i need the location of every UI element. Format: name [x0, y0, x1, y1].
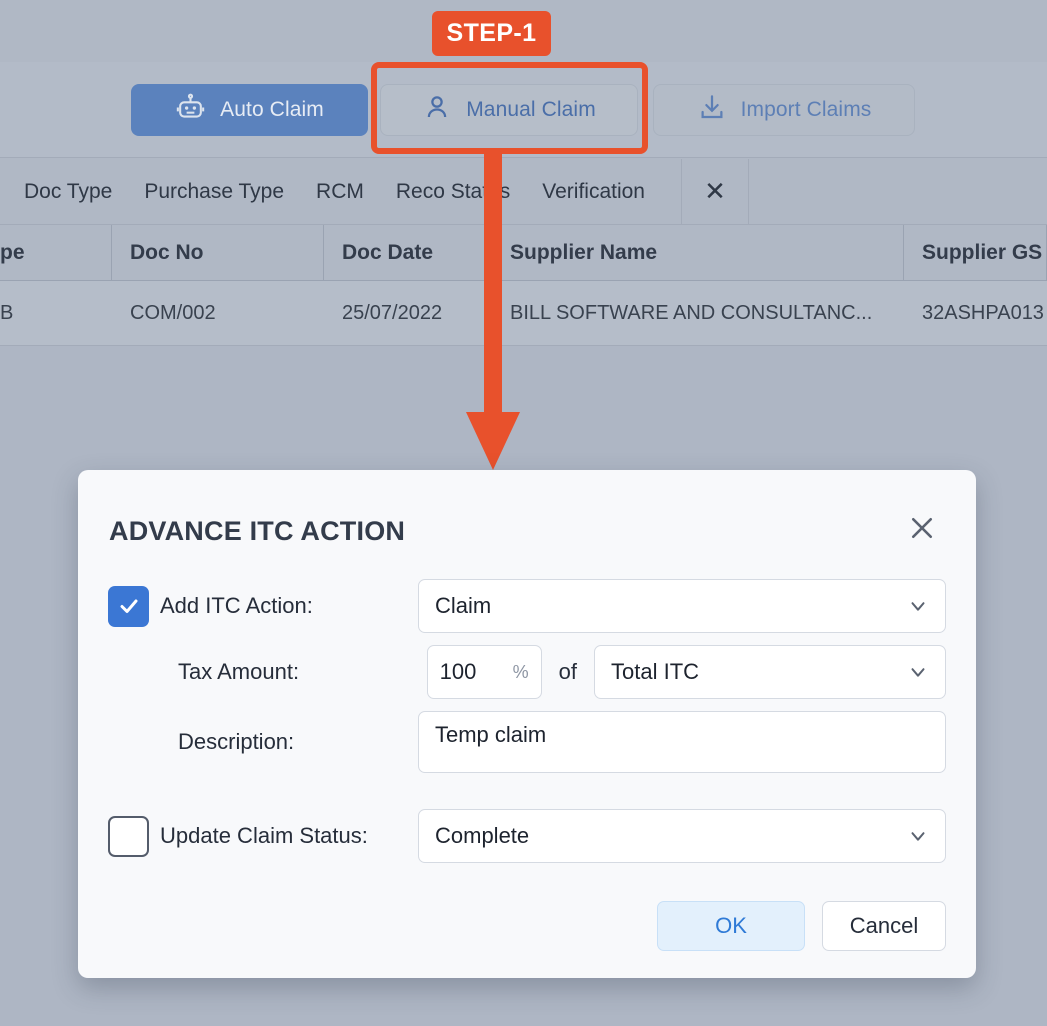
tax-amount-control: 100 % of Total ITC	[427, 645, 946, 699]
chevron-down-icon	[907, 825, 929, 847]
annotation-arrow-head	[466, 412, 520, 470]
add-itc-action-control: Claim	[418, 579, 946, 633]
import-claims-label: Import Claims	[741, 98, 872, 122]
filter-chip-rcm[interactable]: RCM	[316, 180, 380, 204]
tax-amount-value: 100	[440, 659, 477, 685]
cell-doc-date: 25/07/2022	[324, 281, 492, 346]
tax-amount-input[interactable]: 100 %	[427, 645, 542, 699]
dialog-title: ADVANCE ITC ACTION	[109, 516, 405, 547]
dialog-form: Add ITC Action: Claim Tax Amount: 100	[108, 579, 946, 951]
filter-chip-bar: Doc Type Purchase Type RCM Reco Status V…	[0, 158, 749, 225]
tax-amount-label: Tax Amount:	[178, 659, 299, 685]
dialog-header: ADVANCE ITC ACTION	[108, 504, 946, 550]
tax-basis-select[interactable]: Total ITC	[594, 645, 946, 699]
row-description: Description: Temp claim	[108, 711, 946, 773]
cancel-button[interactable]: Cancel	[822, 901, 946, 951]
annotation-arrow-shaft	[484, 152, 502, 416]
robot-icon	[175, 92, 206, 129]
add-itc-action-label: Add ITC Action:	[160, 593, 313, 619]
step-badge: STEP-1	[432, 11, 551, 56]
filter-chip-purchase-type[interactable]: Purchase Type	[144, 180, 300, 204]
description-input[interactable]: Temp claim	[418, 711, 946, 773]
column-header-doc-date[interactable]: Doc Date	[324, 225, 492, 281]
description-value: Temp claim	[435, 722, 546, 748]
column-header-type[interactable]: pe	[0, 225, 112, 281]
description-control: Temp claim	[418, 711, 946, 773]
ok-button[interactable]: OK	[657, 901, 805, 951]
chevron-down-icon	[907, 595, 929, 617]
auto-claim-label: Auto Claim	[220, 98, 324, 122]
itc-action-select[interactable]: Claim	[418, 579, 946, 633]
column-header-supplier-gstin[interactable]: Supplier GS	[904, 225, 1047, 281]
filter-chip-doc-type[interactable]: Doc Type	[24, 180, 128, 204]
claim-status-value: Complete	[435, 823, 529, 849]
clear-filters-icon[interactable]: ✕	[681, 159, 749, 225]
column-header-supplier-name[interactable]: Supplier Name	[492, 225, 904, 281]
cell-type: B	[0, 281, 112, 346]
annotation-highlight-box	[371, 62, 648, 154]
close-icon[interactable]	[900, 506, 944, 550]
auto-claim-button[interactable]: Auto Claim	[131, 84, 368, 136]
download-icon	[697, 92, 727, 128]
update-claim-status-checkbox[interactable]	[108, 816, 149, 857]
filter-chip-reco-status[interactable]: Reco Status	[396, 180, 526, 204]
update-claim-status-control: Complete	[418, 809, 946, 863]
table-row[interactable]: B COM/002 25/07/2022 BILL SOFTWARE AND C…	[0, 281, 1047, 346]
tax-basis-value: Total ITC	[611, 659, 699, 685]
of-text: of	[559, 659, 577, 685]
dialog-actions: OK Cancel	[108, 901, 946, 951]
column-header-doc-no[interactable]: Doc No	[112, 225, 324, 281]
update-claim-status-label: Update Claim Status:	[160, 823, 368, 849]
row-add-itc-action: Add ITC Action: Claim	[108, 579, 946, 633]
row-tax-amount: Tax Amount: 100 % of Total ITC	[108, 645, 946, 699]
claim-status-select[interactable]: Complete	[418, 809, 946, 863]
add-itc-action-checkbox[interactable]	[108, 586, 149, 627]
percent-suffix: %	[513, 662, 529, 683]
row-update-claim-status: Update Claim Status: Complete	[108, 809, 946, 863]
cell-doc-no: COM/002	[112, 281, 324, 346]
import-claims-button[interactable]: Import Claims	[653, 84, 915, 136]
table-header: pe Doc No Doc Date Supplier Name Supplie…	[0, 225, 1047, 281]
itc-action-value: Claim	[435, 593, 491, 619]
cell-supplier-gstin: 32ASHPA013	[904, 281, 1047, 346]
description-label: Description:	[178, 729, 294, 755]
chevron-down-icon	[907, 661, 929, 683]
advance-itc-action-dialog: ADVANCE ITC ACTION Add ITC Action: Claim	[78, 470, 976, 978]
filter-chip-verification[interactable]: Verification	[542, 180, 661, 204]
cell-supplier-name: BILL SOFTWARE AND CONSULTANC...	[492, 281, 904, 346]
